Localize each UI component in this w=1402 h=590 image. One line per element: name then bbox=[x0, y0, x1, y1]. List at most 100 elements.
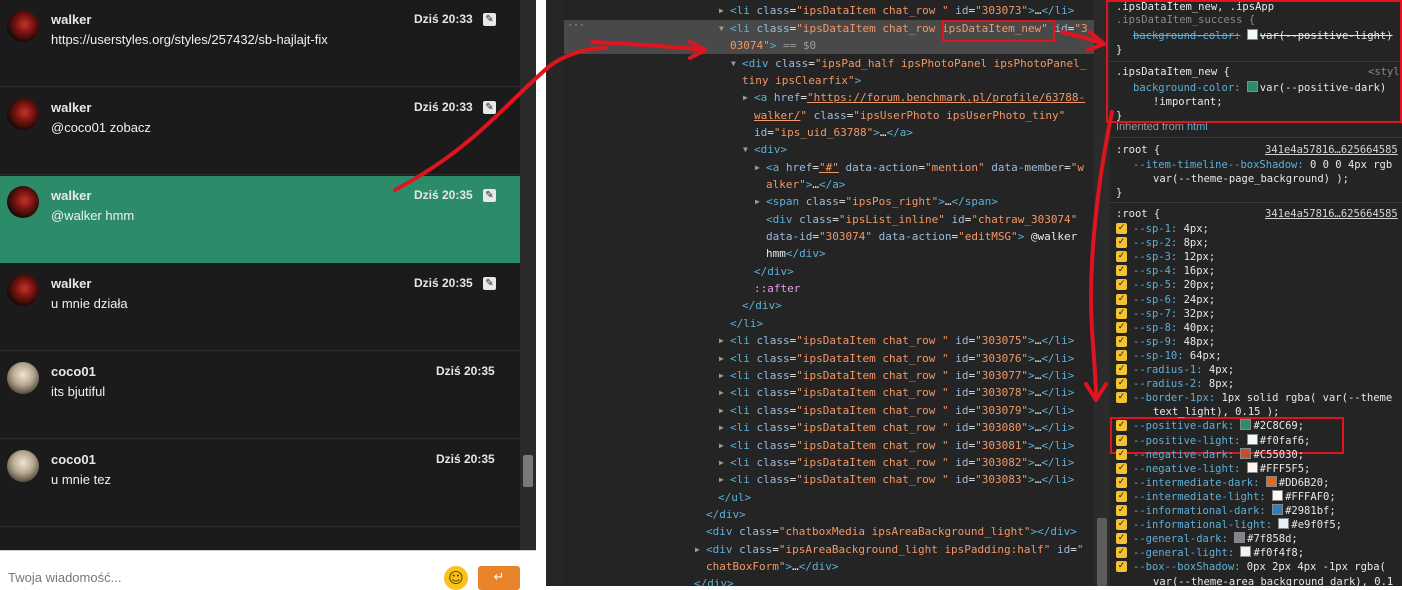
dom-node-line[interactable]: id="ips_uid_63788">…</a> bbox=[564, 124, 1094, 141]
property-checkbox[interactable]: ✓ bbox=[1116, 265, 1127, 277]
avatar[interactable] bbox=[7, 274, 39, 306]
property-checkbox[interactable]: ✓ bbox=[1116, 223, 1127, 234]
dom-node-line[interactable]: ▼ <div> bbox=[564, 141, 1094, 158]
chat-scrollbar-thumb[interactable] bbox=[523, 455, 533, 487]
property-checkbox[interactable]: ✓ bbox=[1116, 490, 1127, 502]
property-checkbox[interactable]: ✓ bbox=[1116, 335, 1127, 347]
property-checkbox[interactable]: ✓ bbox=[1116, 321, 1127, 333]
dom-node-line[interactable]: <div class="ipsList_inline" id="chatraw_… bbox=[564, 211, 1094, 228]
message-username[interactable]: walker bbox=[51, 12, 91, 27]
color-swatch[interactable] bbox=[1240, 546, 1252, 558]
color-swatch[interactable] bbox=[1265, 475, 1277, 487]
property-checkbox[interactable]: ✓ bbox=[1116, 349, 1127, 361]
expand-triangle-icon[interactable]: ▶ bbox=[719, 350, 724, 367]
css-variable[interactable]: --sp-10: 64px; bbox=[1133, 349, 1222, 363]
dom-node-line[interactable]: </div> bbox=[564, 506, 1094, 523]
dom-node-line[interactable]: ▶ <span class="ipsPos_right">…</span> bbox=[564, 193, 1094, 210]
avatar[interactable] bbox=[7, 98, 39, 130]
chat-message[interactable]: coco01 its bjutiful Dziś 20:35 bbox=[0, 352, 520, 439]
dom-node-line[interactable]: hmm</div> bbox=[564, 245, 1094, 262]
rule-source-link[interactable]: 341e4a57816…625664585 bbox=[1265, 143, 1398, 157]
color-swatch[interactable] bbox=[1240, 419, 1252, 431]
dom-node-line[interactable]: ▶ <li class="ipsDataItem chat_row " id="3… bbox=[564, 437, 1094, 454]
property-checkbox[interactable]: ✓ bbox=[1116, 307, 1127, 319]
collapse-triangle-icon[interactable]: ▼ bbox=[719, 20, 724, 37]
message-username[interactable]: walker bbox=[51, 276, 91, 291]
avatar[interactable] bbox=[7, 362, 39, 394]
color-swatch[interactable] bbox=[1272, 489, 1284, 501]
dom-node-line[interactable]: ▶ <li class="ipsDataItem chat_row " id="3… bbox=[564, 332, 1094, 349]
avatar[interactable] bbox=[7, 186, 39, 218]
property-checkbox[interactable]: ✓ bbox=[1116, 505, 1127, 516]
css-variable[interactable]: --general-dark: #7f858d; bbox=[1133, 532, 1298, 546]
css-variable[interactable]: --box--boxShadow: 0px 2px 4px -1px rgba( bbox=[1133, 560, 1386, 574]
css-variable[interactable]: --sp-4: 16px; bbox=[1133, 264, 1215, 278]
css-variable[interactable]: --sp-5: 20px; bbox=[1133, 278, 1215, 292]
css-variable[interactable]: --general-light: #f0f4f8; bbox=[1133, 546, 1304, 560]
message-username[interactable]: coco01 bbox=[51, 364, 96, 379]
smile-emoji-icon[interactable]: ☺ bbox=[444, 566, 468, 590]
dom-node-line[interactable]: ::after bbox=[564, 280, 1094, 297]
dom-node-line[interactable]: alker">…</a> bbox=[564, 176, 1094, 193]
elements-scrollbar-thumb[interactable] bbox=[1097, 518, 1107, 586]
chat-message[interactable]: walker https://userstyles.org/styles/2574… bbox=[0, 0, 520, 87]
css-variable[interactable]: --intermediate-light: #FFFAF0; bbox=[1133, 489, 1336, 504]
message-username[interactable]: walker bbox=[51, 100, 91, 115]
expand-triangle-icon[interactable]: ▶ bbox=[719, 2, 724, 19]
property-checkbox[interactable]: ✓ bbox=[1116, 237, 1127, 249]
property-checkbox[interactable]: ✓ bbox=[1116, 519, 1127, 531]
property-checkbox[interactable]: ✓ bbox=[1116, 434, 1127, 446]
chat-message[interactable]: walker @walker hmm Dziś 20:35 ✎ bbox=[0, 176, 520, 263]
property-checkbox[interactable]: ✓ bbox=[1116, 462, 1127, 474]
property-checkbox[interactable]: ✓ bbox=[1116, 448, 1127, 460]
expand-triangle-icon[interactable]: ▶ bbox=[719, 384, 724, 401]
css-variable[interactable]: --sp-3: 12px; bbox=[1133, 250, 1215, 264]
property-checkbox[interactable]: ✓ bbox=[1116, 392, 1127, 404]
dom-node-line[interactable]: ▶ <li class="ipsDataItem chat_row " id="3… bbox=[564, 384, 1094, 401]
chat-message[interactable]: walker @coco01 zobacz Dziś 20:33 ✎ bbox=[0, 88, 520, 175]
avatar[interactable] bbox=[7, 450, 39, 482]
edit-pencil-icon[interactable]: ✎ bbox=[483, 101, 496, 114]
dom-node-line[interactable]: ▶ <li class="ipsDataItem chat_row " id="3… bbox=[564, 367, 1094, 384]
property-checkbox[interactable]: ✓ bbox=[1116, 251, 1127, 263]
expand-triangle-icon[interactable]: ▶ bbox=[719, 471, 724, 488]
dom-node-line[interactable]: ▶ <li class="ipsDataItem chat_row " id="3… bbox=[564, 471, 1094, 488]
css-variable[interactable]: --radius-2: 8px; bbox=[1133, 377, 1234, 391]
expand-triangle-icon[interactable]: ▶ bbox=[719, 454, 724, 471]
css-declaration[interactable]: --item-timeline--boxShadow: 0 0 0 4px rg… bbox=[1133, 158, 1392, 172]
dom-node-line[interactable]: ▶ <li class="ipsDataItem chat_row " id="3… bbox=[564, 419, 1094, 436]
avatar[interactable] bbox=[7, 10, 39, 42]
dom-node-line[interactable]: ▶ <a href="https://forum.benchmark.pl/pro… bbox=[564, 89, 1094, 106]
property-checkbox[interactable]: ✓ bbox=[1116, 364, 1127, 375]
property-checkbox[interactable]: ✓ bbox=[1116, 420, 1127, 432]
expand-triangle-icon[interactable]: ▶ bbox=[755, 159, 760, 176]
dom-node-line[interactable]: </ul> bbox=[564, 489, 1094, 506]
css-variable[interactable]: --sp-1: 4px; bbox=[1133, 222, 1209, 236]
dom-node-line[interactable]: ▶ <li class="ipsDataItem chat_row " id="3… bbox=[564, 2, 1094, 19]
edit-pencil-icon[interactable]: ✎ bbox=[483, 13, 496, 26]
css-variable[interactable]: --sp-9: 48px; bbox=[1133, 335, 1215, 349]
property-checkbox[interactable]: ✓ bbox=[1116, 378, 1127, 390]
css-variable[interactable]: --positive-light: #f0faf6; bbox=[1133, 433, 1310, 448]
expand-triangle-icon[interactable]: ▶ bbox=[695, 541, 700, 558]
css-variable[interactable]: --positive-dark: #2C8C69; bbox=[1133, 419, 1304, 433]
expand-triangle-icon[interactable]: ▶ bbox=[719, 402, 724, 419]
expand-triangle-icon[interactable]: ▶ bbox=[719, 332, 724, 349]
css-variable[interactable]: --negative-dark: #C55030; bbox=[1133, 447, 1304, 462]
message-username[interactable]: coco01 bbox=[51, 452, 96, 467]
css-variable[interactable]: var(--theme-area_background_dark), 0.1 bbox=[1153, 575, 1393, 589]
chat-message[interactable]: coco01 u mnie tez Dziś 20:35 bbox=[0, 440, 520, 527]
send-button[interactable]: ↵ bbox=[478, 566, 520, 590]
dom-node-line[interactable]: walker/" class="ipsUserPhoto ipsUserPhot… bbox=[564, 107, 1094, 124]
css-variable[interactable]: --sp-7: 32px; bbox=[1133, 307, 1215, 321]
dom-node-line[interactable]: ▶ <a href="#" data-action="mention" data-… bbox=[564, 159, 1094, 176]
chat-message[interactable]: walker u mnie działa Dziś 20:35 ✎ bbox=[0, 264, 520, 351]
dom-node-line[interactable]: data-id="303074" data-action="editMSG"> … bbox=[564, 228, 1094, 245]
rule-source-link[interactable]: 341e4a57816…625664585 bbox=[1265, 207, 1398, 221]
dom-node-line[interactable]: </div> bbox=[564, 575, 1094, 586]
dom-node-line[interactable]: </div> bbox=[564, 263, 1094, 280]
color-swatch[interactable] bbox=[1246, 433, 1258, 445]
property-checkbox[interactable]: ✓ bbox=[1116, 293, 1127, 305]
property-checkbox[interactable]: ✓ bbox=[1116, 561, 1127, 573]
message-username[interactable]: walker bbox=[51, 188, 91, 203]
